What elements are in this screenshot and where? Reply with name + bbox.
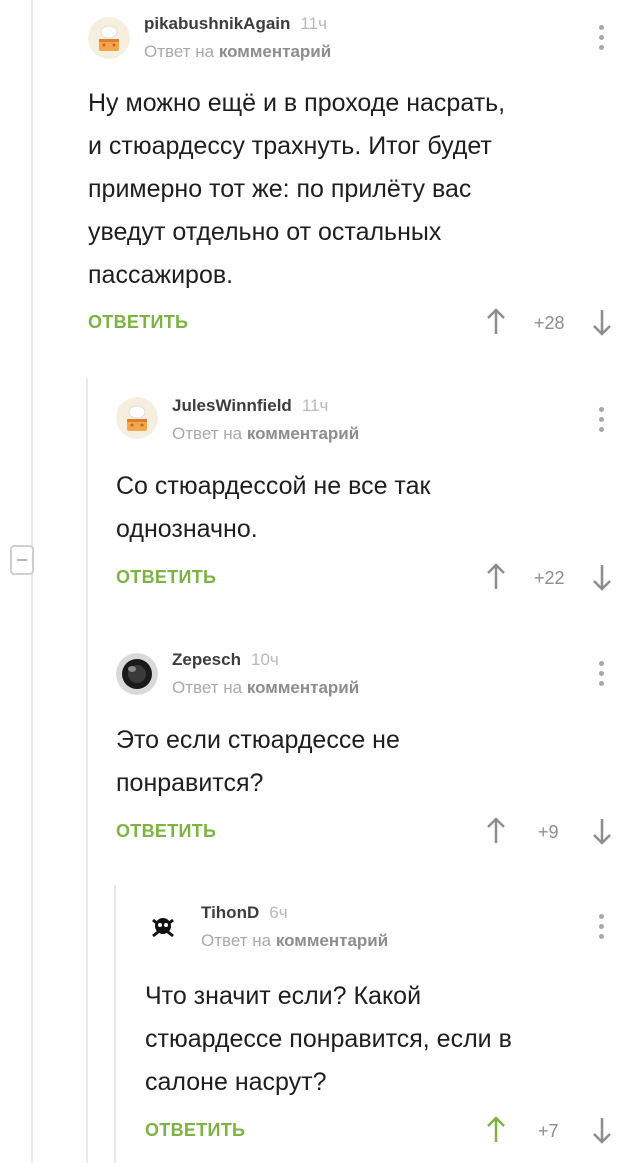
upvote-arrow-icon[interactable]: [485, 817, 507, 845]
reply-button[interactable]: ОТВЕТИТЬ: [145, 1120, 245, 1141]
rating-value: +28: [534, 313, 565, 333]
comment-author[interactable]: Zepesch 10ч: [172, 650, 279, 670]
reply-button[interactable]: ОТВЕТИТЬ: [116, 567, 216, 588]
reply-button[interactable]: ОТВЕТИТЬ: [88, 312, 188, 333]
reply-to-label: Ответ на комментарий: [172, 678, 360, 697]
thread-line-level-0: [31, 0, 33, 545]
comment-time: 11ч: [301, 396, 329, 415]
comment-author[interactable]: pikabushnikAgain 11ч: [144, 14, 327, 34]
dark-photo-avatar-icon[interactable]: [116, 653, 158, 695]
rating-value: +22: [534, 568, 565, 588]
reply-to-link[interactable]: комментарий: [247, 424, 359, 443]
comment-time: 10ч: [250, 650, 279, 669]
comment-text: Со стюардессой не все так однозначно.: [116, 472, 431, 543]
downvote-arrow-icon[interactable]: [591, 817, 613, 845]
comment-author[interactable]: JulesWinnfield 11ч: [172, 396, 328, 416]
thread-line-level-2: [114, 885, 116, 1163]
thread-line-level-1: [86, 378, 88, 1163]
comment-4: TihonD 6ч Ответ на комментарий Что значит…: [145, 890, 640, 1163]
comment-time: 11ч: [300, 14, 327, 33]
comment-text: Это если стюардессе не понравится?: [116, 726, 400, 797]
rating-value: +7: [538, 1121, 559, 1141]
reply-to-link[interactable]: комментарий: [247, 678, 359, 697]
reply-to-link[interactable]: комментарий: [276, 931, 388, 950]
comment-text: Ну можно ещё и в проходе насрать, и стюа…: [88, 89, 506, 289]
more-options-icon[interactable]: [599, 407, 605, 437]
reply-to-label: Ответ на комментарий: [172, 424, 360, 443]
thread-line-level-0-lower: [31, 575, 33, 1163]
comment-1: pikabushnikAgain 11ч Ответ на комментарий…: [88, 0, 640, 360]
reply-button[interactable]: ОТВЕТИТЬ: [116, 821, 216, 842]
rating-value: +9: [538, 822, 559, 842]
downvote-arrow-icon[interactable]: [591, 308, 613, 336]
reply-to-link[interactable]: комментарий: [219, 42, 331, 61]
upvote-arrow-icon[interactable]: [485, 308, 507, 336]
comment-time: 6ч: [269, 903, 288, 922]
comment-2: JulesWinnfield 11ч Ответ на комментарий С…: [116, 383, 640, 613]
downvote-arrow-icon[interactable]: [591, 1116, 613, 1144]
skull-crossbones-avatar-icon[interactable]: [145, 910, 181, 946]
upvote-arrow-icon[interactable]: [485, 563, 507, 591]
more-options-icon[interactable]: [599, 25, 605, 55]
comment-text: Что значит если? Какой стюардессе понрав…: [145, 982, 512, 1096]
chef-cake-avatar-icon[interactable]: [88, 17, 130, 59]
comment-3: Zepesch 10ч Ответ на комментарий Это если…: [116, 637, 640, 867]
downvote-arrow-icon[interactable]: [591, 563, 613, 591]
chef-cake-avatar-icon[interactable]: [116, 397, 158, 439]
more-options-icon[interactable]: [599, 914, 605, 944]
comment-author[interactable]: TihonD 6ч: [201, 903, 288, 923]
more-options-icon[interactable]: [599, 661, 605, 691]
reply-to-label: Ответ на комментарий: [201, 931, 389, 950]
reply-to-label: Ответ на комментарий: [144, 42, 332, 61]
collapse-thread-button[interactable]: [10, 545, 34, 575]
upvote-arrow-icon[interactable]: [485, 1116, 507, 1144]
